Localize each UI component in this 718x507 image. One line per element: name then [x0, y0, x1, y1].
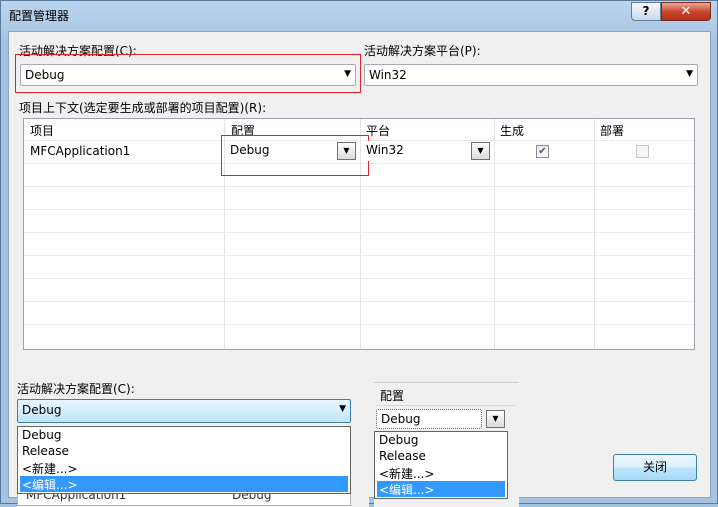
option-new[interactable]: <新建...>	[20, 460, 348, 476]
column-divider	[594, 119, 595, 349]
build-checkbox[interactable]: ✔	[536, 145, 549, 158]
zoom-overlay-row-config: 配置 Debug ▼ Debug Release <新建...> <编辑...>	[374, 382, 519, 507]
option-debug[interactable]: Debug	[20, 428, 348, 444]
chevron-down-icon: ▼	[686, 69, 693, 79]
zoom-config-header: 配置	[380, 389, 405, 403]
configuration-manager-window: 配置管理器 ? ✕ 活动解决方案配置(C): Debug ▼ 活动解决方案平台(…	[0, 0, 718, 507]
active-platform-label: 活动解决方案平台(P):	[364, 44, 481, 58]
partial-project-cell: MFCApplication1	[26, 494, 127, 502]
column-header-build: 生成	[500, 124, 525, 138]
title-bar: 配置管理器 ? ✕	[1, 1, 717, 31]
zoom-row-config-combo[interactable]: Debug	[376, 409, 482, 429]
option-edit[interactable]: <编辑...>	[377, 481, 505, 497]
close-button[interactable]: 关闭	[613, 454, 697, 481]
active-platform-combo[interactable]: Win32 ▼	[364, 64, 698, 86]
zoom-overlay-config: 活动解决方案配置(C): Debug ▼ Debug Release <新建..…	[17, 382, 369, 507]
project-name-cell: MFCApplication1	[30, 144, 131, 158]
column-divider	[360, 119, 361, 349]
dialog-body: 活动解决方案配置(C): Debug ▼ 活动解决方案平台(P): Win32 …	[8, 31, 711, 507]
row-divider	[24, 232, 694, 233]
column-header-config: 配置	[231, 124, 256, 138]
divider	[376, 405, 516, 406]
check-icon: ✔	[538, 146, 547, 157]
active-platform-value: Win32	[369, 68, 407, 82]
project-contexts-label: 项目上下文(选定要生成或部署的项目配置)(R):	[19, 101, 267, 115]
row-divider	[24, 186, 694, 187]
column-divider	[494, 119, 495, 349]
zoom-row-config-options-list: Debug Release <新建...> <编辑...>	[374, 431, 508, 499]
option-edit[interactable]: <编辑...>	[20, 476, 348, 492]
option-new[interactable]: <新建...>	[377, 465, 505, 481]
row-platform-value: Win32	[366, 143, 404, 157]
row-divider	[24, 209, 694, 210]
window-title: 配置管理器	[9, 9, 70, 23]
zoom-config-options-list: Debug Release <新建...> <编辑...>	[17, 426, 351, 494]
column-header-platform: 平台	[366, 124, 391, 138]
zoom-active-config-combo[interactable]: Debug ▼	[17, 399, 351, 423]
help-button[interactable]: ?	[631, 2, 661, 21]
active-config-value: Debug	[25, 68, 65, 82]
column-divider	[224, 119, 225, 349]
zoom-active-config-label: 活动解决方案配置(C):	[17, 382, 135, 396]
project-contexts-grid: 项目 配置 平台 生成 部署 MFCApplication1 Debug ▼ W…	[23, 118, 695, 350]
partial-table-row: MFCApplication1 Debug	[17, 494, 351, 506]
chevron-down-icon: ▼	[339, 404, 346, 414]
active-config-combo[interactable]: Debug ▼	[20, 64, 356, 86]
option-release[interactable]: Release	[20, 444, 348, 460]
window-close-button[interactable]: ✕	[661, 2, 711, 21]
row-divider	[24, 163, 694, 164]
row-divider	[24, 140, 694, 141]
row-config-value: Debug	[230, 143, 270, 157]
row-divider	[24, 324, 694, 325]
column-header-deploy: 部署	[600, 124, 625, 138]
row-divider	[24, 255, 694, 256]
zoom-row-config-value: Debug	[381, 412, 421, 426]
row-platform-dropdown-button[interactable]: ▼	[471, 142, 490, 160]
option-debug[interactable]: Debug	[377, 433, 505, 449]
chevron-down-icon: ▼	[344, 69, 351, 79]
zoom-active-config-value: Debug	[22, 403, 62, 417]
zoom-row-config-dropdown-button[interactable]: ▼	[486, 410, 505, 428]
column-header-project: 项目	[30, 124, 55, 138]
row-divider	[24, 301, 694, 302]
row-divider	[24, 278, 694, 279]
deploy-checkbox	[636, 145, 649, 158]
row-config-dropdown-button[interactable]: ▼	[337, 142, 356, 160]
active-config-label: 活动解决方案配置(C):	[19, 44, 137, 58]
option-release[interactable]: Release	[377, 449, 505, 465]
partial-config-cell: Debug	[232, 494, 272, 502]
